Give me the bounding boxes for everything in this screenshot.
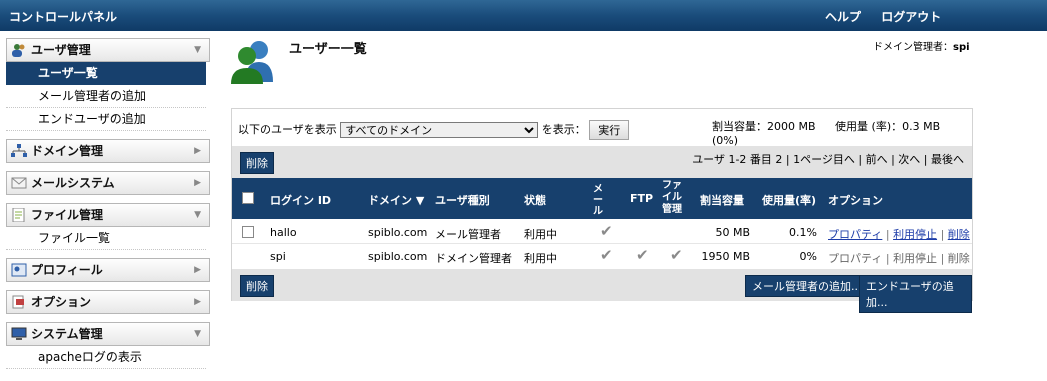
pagination[interactable]: ユーザ 1-2 番目 2 | 1ページ目へ | 前へ | 次へ | 最後へ [692,151,964,167]
sidebar-item-add-end-user[interactable]: エンドユーザの追加 [6,108,206,131]
quota-label: 割当容量：2000 MB [712,120,816,133]
sidebar-section-system-management[interactable]: システム管理 ▼ [6,322,210,346]
header-mail: メール [593,184,603,217]
add-end-user-button[interactable]: エンドユーザの追加... [859,275,972,313]
sidebar-item-file-list[interactable]: ファイル一覧 [6,227,206,250]
domain-admin-info: ドメイン管理者：spi [873,38,970,53]
logout-link[interactable]: ログアウト [881,10,941,24]
delete-button-bottom[interactable]: 削除 [240,275,274,297]
header-login-id[interactable]: ログイン ID [270,192,331,208]
chevron-right-icon: ▶ [194,297,201,307]
sidebar-section-label: ファイル管理 [31,208,104,222]
run-button[interactable]: 実行 [589,120,630,140]
chevron-right-icon: ▶ [194,178,201,188]
cell-user-type: ドメイン管理者 [435,252,512,265]
chevron-down-icon: ▼ [194,329,201,339]
header-options: オプション [828,194,883,207]
sidebar-section-options[interactable]: オプション ▶ [6,290,210,314]
network-icon [11,144,27,157]
chevron-down-icon: ▼ [194,210,201,220]
envelope-icon [11,177,27,189]
sidebar-section-label: オプション [31,295,92,309]
sidebar-section-label: システム管理 [31,327,103,341]
users-icon [12,44,25,57]
header-usage: 使用量(率) [762,194,817,207]
properties-text: プロパティ [828,252,883,265]
filter-label: 以下のユーザを表示 [238,123,337,136]
sidebar-item-add-mail-admin[interactable]: メール管理者の追加 [6,85,206,108]
users-icon [231,41,273,84]
sidebar-item-apache-log[interactable]: apacheログの表示 [6,346,206,369]
header-ftp: FTP [630,192,654,205]
check-icon: ✔ [600,246,613,264]
cell-login: spi [270,250,286,263]
cell-quota: 1950 MB [701,250,750,263]
cell-domain: spiblo.com [368,250,428,263]
suspend-text: 利用停止 [893,252,938,265]
header-quota: 割当容量 [700,194,744,207]
chevron-right-icon: ▶ [194,265,201,275]
delete-button-top[interactable]: 削除 [240,152,274,174]
table-row: hallo spiblo.com メール管理者 利用中 ✔ 50 MB 0.1%… [232,220,972,244]
sidebar-item-user-list[interactable]: ユーザ一覧 [6,62,206,85]
filter-suffix: を表示： [541,123,586,136]
cell-usage: 0.1% [789,226,817,239]
sidebar-section-label: ユーザ管理 [31,43,91,57]
chevron-right-icon: ▶ [194,146,201,156]
sidebar-section-profile[interactable]: プロフィール ▶ [6,258,210,282]
cell-login: hallo [270,226,297,239]
sort-down-icon: ▼ [415,194,425,207]
computer-icon [11,327,27,340]
document-icon [12,208,25,222]
user-filter: 以下のユーザを表示 すべてのドメイン を表示： 実行 [238,120,630,140]
header-domain[interactable]: ドメイン ▼ [368,192,424,208]
page-title: ユーザー一覧 [289,42,367,57]
sidebar: ユーザ管理 ▼ ユーザ一覧 メール管理者の追加 エンドユーザの追加 ドメイン管理… [6,38,211,369]
table-row: spi spiblo.com ドメイン管理者 利用中 ✔ ✔ ✔ 1950 MB… [232,244,972,268]
select-all-checkbox[interactable] [242,192,254,204]
delete-text: 削除 [947,252,970,265]
header-status: 状態 [524,194,546,207]
sidebar-section-mail-system[interactable]: メールシステム ▶ [6,171,210,195]
header-user-type: ユーザ種別 [435,194,490,207]
options-icon [12,295,24,309]
profile-icon [11,263,27,277]
domain-admin-label: ドメイン管理者： [873,42,953,53]
header-file-management: ファイル管理 [662,180,682,215]
help-link[interactable]: ヘルプ [825,10,861,24]
sidebar-section-domain-management[interactable]: ドメイン管理 ▶ [6,139,210,163]
cell-user-type: メール管理者 [435,228,501,241]
top-bar: コントロールパネル ヘルプ ログアウト [0,0,1047,31]
add-mail-admin-button[interactable]: メール管理者の追加... [745,275,869,297]
app-title: コントロールパネル [9,10,118,24]
cell-usage: 0% [799,250,817,263]
delete-link[interactable]: 削除 [948,228,970,241]
cell-domain: spiblo.com [368,226,428,239]
table-toolbar-bottom: 削除 メール管理者の追加... エンドユーザの追加... [232,269,972,313]
properties-link[interactable]: プロパティ [828,228,882,241]
sidebar-section-user-management[interactable]: ユーザ管理 ▼ [6,38,210,62]
row-checkbox[interactable] [242,226,254,238]
suspend-link[interactable]: 利用停止 [893,228,937,241]
user-list-panel: 以下のユーザを表示 すべてのドメイン を表示： 実行 割当容量：2000 MB … [231,108,973,313]
check-icon: ✔ [670,246,683,264]
domain-admin-name: spi [953,42,970,53]
cell-options: プロパティ | 利用停止 | 削除 [828,228,970,241]
cell-quota: 50 MB [715,226,750,239]
check-icon: ✔ [636,246,649,264]
sidebar-section-label: プロフィール [31,263,103,277]
cell-status: 利用中 [524,228,557,241]
domain-select[interactable]: すべてのドメイン [340,122,539,138]
sidebar-section-label: メールシステム [31,176,115,190]
check-icon: ✔ [600,222,613,240]
table-header: ログイン ID ドメイン ▼ ユーザ種別 状態 メール FTP ファイル管理 割… [232,178,972,219]
sidebar-section-label: ドメイン管理 [31,144,104,158]
cell-options: プロパティ | 利用停止 | 削除 [828,252,970,265]
cell-status: 利用中 [524,252,557,265]
table-toolbar-top: 削除 ユーザ 1-2 番目 2 | 1ページ目へ | 前へ | 次へ | 最後へ [232,146,972,178]
sidebar-section-file-management[interactable]: ファイル管理 ▼ [6,203,210,227]
quota-info: 割当容量：2000 MB 使用量 (率)：0.3 MB (0%) [712,118,972,147]
chevron-down-icon: ▼ [194,45,201,55]
